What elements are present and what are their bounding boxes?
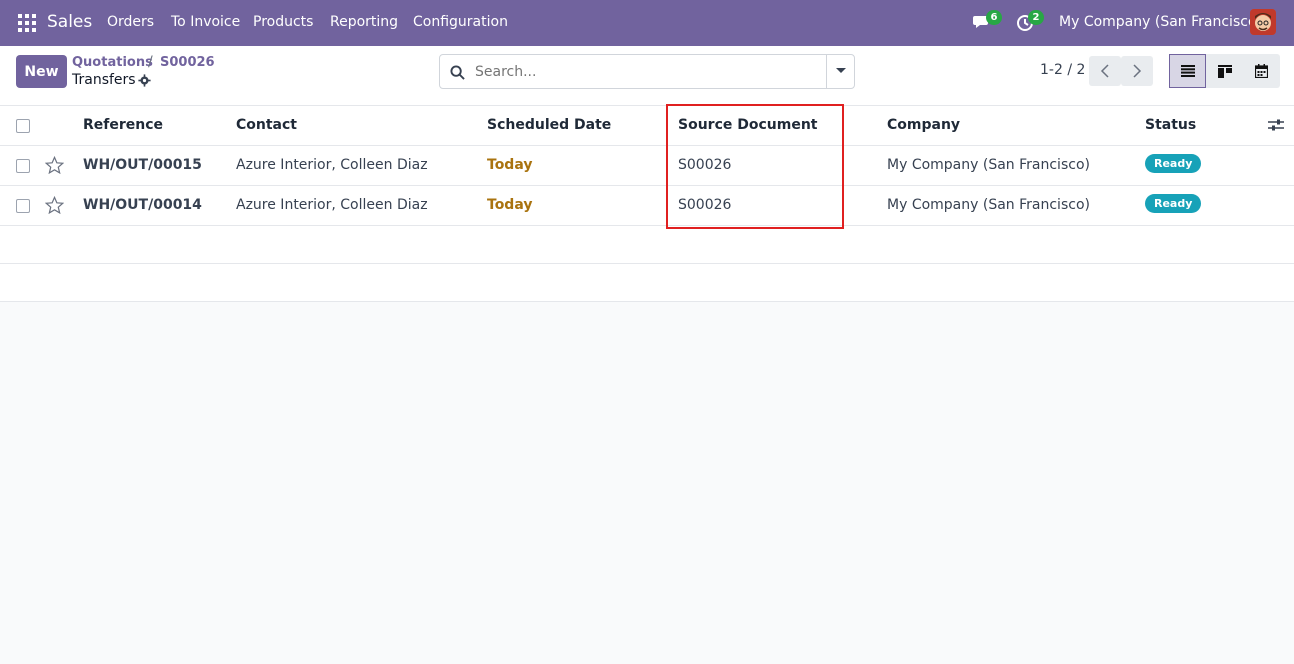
select-all-checkbox[interactable] <box>16 119 30 133</box>
search-divider <box>826 55 827 88</box>
column-header-source-document[interactable]: Source Document <box>678 117 818 133</box>
table-row[interactable]: WH/OUT/00015 Azure Interior, Colleen Dia… <box>0 146 1294 186</box>
empty-row <box>0 264 1294 302</box>
row-checkbox[interactable] <box>16 159 30 173</box>
new-button[interactable]: New <box>16 55 67 88</box>
user-avatar[interactable] <box>1250 9 1276 35</box>
optional-columns-icon[interactable] <box>1268 118 1284 132</box>
cell-company: My Company (San Francisco) <box>887 157 1090 173</box>
empty-row <box>0 226 1294 264</box>
nav-item-configuration[interactable]: Configuration <box>413 14 508 30</box>
cell-source-document: S00026 <box>678 157 732 173</box>
cell-scheduled-date: Today <box>487 197 533 213</box>
pager-next-button[interactable] <box>1121 56 1153 86</box>
nav-item-to-invoice[interactable]: To Invoice <box>171 14 240 30</box>
nav-item-reporting[interactable]: Reporting <box>330 14 398 30</box>
search-box <box>439 54 855 89</box>
breadcrumb-order[interactable]: S00026 <box>160 55 215 70</box>
search-options-caret-icon[interactable] <box>836 68 846 73</box>
top-navbar: Sales Orders To Invoice Products Reporti… <box>0 0 1294 46</box>
chat-count-badge: 6 <box>986 10 1002 25</box>
column-header-status[interactable]: Status <box>1145 117 1196 133</box>
column-header-reference[interactable]: Reference <box>83 117 163 133</box>
chevron-left-icon <box>1100 64 1109 78</box>
star-icon[interactable] <box>45 156 64 175</box>
status-badge: Ready <box>1145 194 1202 213</box>
breadcrumb-quotations[interactable]: Quotations <box>72 55 153 70</box>
table-header-row: Reference Contact Scheduled Date Source … <box>0 106 1294 146</box>
cell-reference: WH/OUT/00015 <box>83 157 202 173</box>
cell-source-document: S00026 <box>678 197 732 213</box>
list-view-button[interactable] <box>1169 54 1206 88</box>
kanban-view-button[interactable] <box>1206 54 1243 88</box>
company-switcher[interactable]: My Company (San Francisco) <box>1059 14 1262 30</box>
cell-contact: Azure Interior, Colleen Diaz <box>236 197 428 213</box>
page-title: Transfers <box>72 72 136 88</box>
kanban-icon <box>1217 64 1232 78</box>
calendar-view-button[interactable] <box>1243 54 1280 88</box>
row-checkbox[interactable] <box>16 199 30 213</box>
cell-scheduled-date: Today <box>487 157 533 173</box>
column-header-contact[interactable]: Contact <box>236 117 297 133</box>
calendar-icon <box>1255 64 1268 78</box>
status-badge: Ready <box>1145 154 1202 173</box>
chevron-right-icon <box>1133 64 1142 78</box>
pager-value[interactable]: 1-2 / 2 <box>1040 62 1085 78</box>
app-brand[interactable]: Sales <box>47 12 92 32</box>
table-row[interactable]: WH/OUT/00014 Azure Interior, Colleen Dia… <box>0 186 1294 226</box>
activity-count-badge: 2 <box>1028 10 1044 25</box>
breadcrumb-separator: / <box>148 54 153 70</box>
cell-contact: Azure Interior, Colleen Diaz <box>236 157 428 173</box>
control-panel: New Quotations / S00026 Transfers 1-2 / … <box>0 46 1294 106</box>
search-icon <box>450 65 465 80</box>
pager-previous-button[interactable] <box>1089 56 1121 86</box>
apps-menu-icon[interactable] <box>18 14 36 32</box>
gear-icon[interactable] <box>138 74 151 87</box>
nav-item-products[interactable]: Products <box>253 14 313 30</box>
nav-item-orders[interactable]: Orders <box>107 14 154 30</box>
list-icon <box>1180 65 1195 77</box>
column-header-company[interactable]: Company <box>887 117 960 133</box>
cell-company: My Company (San Francisco) <box>887 197 1090 213</box>
column-header-scheduled-date[interactable]: Scheduled Date <box>487 117 611 133</box>
cell-reference: WH/OUT/00014 <box>83 197 202 213</box>
search-input[interactable] <box>475 61 815 83</box>
star-icon[interactable] <box>45 196 64 215</box>
